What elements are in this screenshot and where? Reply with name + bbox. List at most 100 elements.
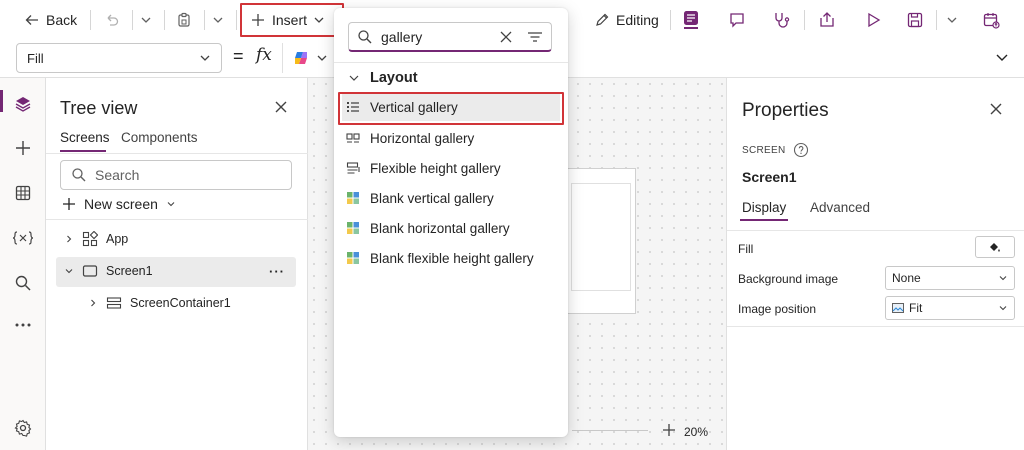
chevron-down-icon <box>212 14 224 26</box>
tree-view-rail-button[interactable] <box>13 94 33 114</box>
copilot-button[interactable] <box>292 49 328 67</box>
clear-search-button[interactable] <box>499 30 513 44</box>
control-name: Screen1 <box>742 169 797 185</box>
layers-icon <box>14 95 32 113</box>
zoom-slider[interactable] <box>572 430 648 431</box>
divider <box>727 326 1024 327</box>
divider <box>46 219 308 220</box>
insert-flexible-height-gallery[interactable]: Flexible height gallery <box>342 154 560 182</box>
section-layout[interactable]: Layout <box>348 70 418 86</box>
chevron-down-icon <box>199 52 211 64</box>
insert-blank-vertical-gallery[interactable]: Blank vertical gallery <box>342 184 560 212</box>
data-rail-button[interactable] <box>13 183 33 203</box>
insert-horizontal-gallery[interactable]: Horizontal gallery <box>342 124 560 152</box>
chevron-down-icon <box>166 199 176 209</box>
zoom-level: 20% <box>684 425 709 439</box>
app-checker-button[interactable] <box>682 6 700 34</box>
property-value: Fill <box>27 50 44 66</box>
flexible-gallery-icon <box>346 161 360 175</box>
insert-blank-flexible-height-gallery[interactable]: Blank flexible height gallery <box>342 244 560 272</box>
background-image-dropdown[interactable]: None <box>885 266 1015 290</box>
search-value: gallery <box>381 28 423 45</box>
more-rail-button[interactable] <box>13 315 33 335</box>
separator <box>670 10 671 30</box>
chevron-down-icon <box>64 266 74 276</box>
tree-item-label: Screen1 <box>106 264 153 278</box>
tree-item-screencontainer1[interactable]: ScreenContainer1 <box>88 296 231 310</box>
paste-button[interactable] <box>176 6 192 34</box>
close-properties-button[interactable] <box>989 102 1003 116</box>
chevron-down-icon <box>348 72 360 84</box>
tab-components[interactable]: Components <box>121 130 198 145</box>
item-label: Blank vertical gallery <box>370 190 494 206</box>
insert-label: Insert <box>272 12 308 28</box>
insert-blank-horizontal-gallery[interactable]: Blank horizontal gallery <box>342 214 560 242</box>
share-button[interactable] <box>818 6 836 34</box>
item-label: Blank horizontal gallery <box>370 220 510 236</box>
more-options-button[interactable]: ··· <box>269 264 285 279</box>
formula-input[interactable] <box>566 43 986 73</box>
editing-label: Editing <box>616 12 659 28</box>
paste-menu-button[interactable] <box>212 6 224 34</box>
insert-button[interactable]: Insert <box>250 6 325 34</box>
section-label: Layout <box>370 70 418 86</box>
property-dropdown[interactable]: Fill <box>16 43 222 73</box>
zoom-in-button[interactable] <box>661 422 677 438</box>
equals-sign: = <box>233 46 244 66</box>
blank-gallery-icon <box>346 221 360 235</box>
undo-menu-button[interactable] <box>140 6 152 34</box>
chevron-down-icon <box>313 14 325 26</box>
filter-icon[interactable] <box>527 30 543 44</box>
pencil-icon <box>594 12 610 28</box>
insert-search-input[interactable]: gallery <box>348 22 552 52</box>
close-tree-button[interactable] <box>274 100 288 114</box>
tab-advanced[interactable]: Advanced <box>810 200 870 215</box>
plus-icon <box>250 12 266 28</box>
preview-button[interactable] <box>864 6 882 34</box>
back-button[interactable]: Back <box>24 6 77 34</box>
search-placeholder: Search <box>95 167 140 183</box>
active-tab-indicator <box>60 150 106 152</box>
image-position-selected: Fit <box>892 301 922 315</box>
comments-button[interactable] <box>728 6 746 34</box>
save-button[interactable] <box>906 6 924 34</box>
expand-formula-button[interactable] <box>994 49 1010 65</box>
comment-icon <box>728 11 746 29</box>
active-indicator <box>0 90 3 112</box>
tab-display[interactable]: Display <box>742 200 786 215</box>
stethoscope-icon <box>772 11 790 29</box>
fill-label: Fill <box>738 242 754 256</box>
chevron-down-icon <box>998 303 1008 313</box>
help-icon[interactable] <box>793 142 809 158</box>
save-menu-button[interactable] <box>946 6 958 34</box>
health-button[interactable] <box>772 6 790 34</box>
tab-screens[interactable]: Screens <box>60 130 110 145</box>
horizontal-gallery-icon <box>346 131 360 145</box>
insert-flyout: gallery Layout Vertical gallery Horizont… <box>334 8 568 437</box>
new-screen-label: New screen <box>84 196 158 212</box>
insert-rail-button[interactable] <box>13 138 33 158</box>
divider <box>727 230 1024 231</box>
blank-gallery-icon <box>346 191 360 205</box>
tree-item-screen1[interactable]: Screen1 <box>64 264 153 278</box>
editing-button[interactable]: Editing <box>594 6 659 34</box>
chevron-right-icon <box>88 298 98 308</box>
active-tab-indicator <box>740 219 788 221</box>
undo-button[interactable] <box>104 6 120 34</box>
fill-color-picker[interactable] <box>975 236 1015 258</box>
tree-item-label: ScreenContainer1 <box>130 296 231 310</box>
settings-rail-button[interactable] <box>13 418 33 438</box>
image-icon <box>892 303 904 313</box>
clipboard-icon <box>176 12 192 28</box>
image-position-dropdown[interactable]: Fit <box>885 296 1015 320</box>
tree-search-input[interactable]: Search <box>60 160 292 190</box>
plus-icon <box>661 422 677 438</box>
publish-button[interactable] <box>982 6 1000 34</box>
tree-item-app[interactable]: App <box>64 231 128 247</box>
separator <box>90 10 91 30</box>
plus-icon <box>62 197 76 211</box>
new-screen-button[interactable]: New screen <box>62 196 176 212</box>
separator <box>164 10 165 30</box>
search-rail-button[interactable] <box>13 273 33 293</box>
variables-rail-button[interactable] <box>12 228 34 248</box>
